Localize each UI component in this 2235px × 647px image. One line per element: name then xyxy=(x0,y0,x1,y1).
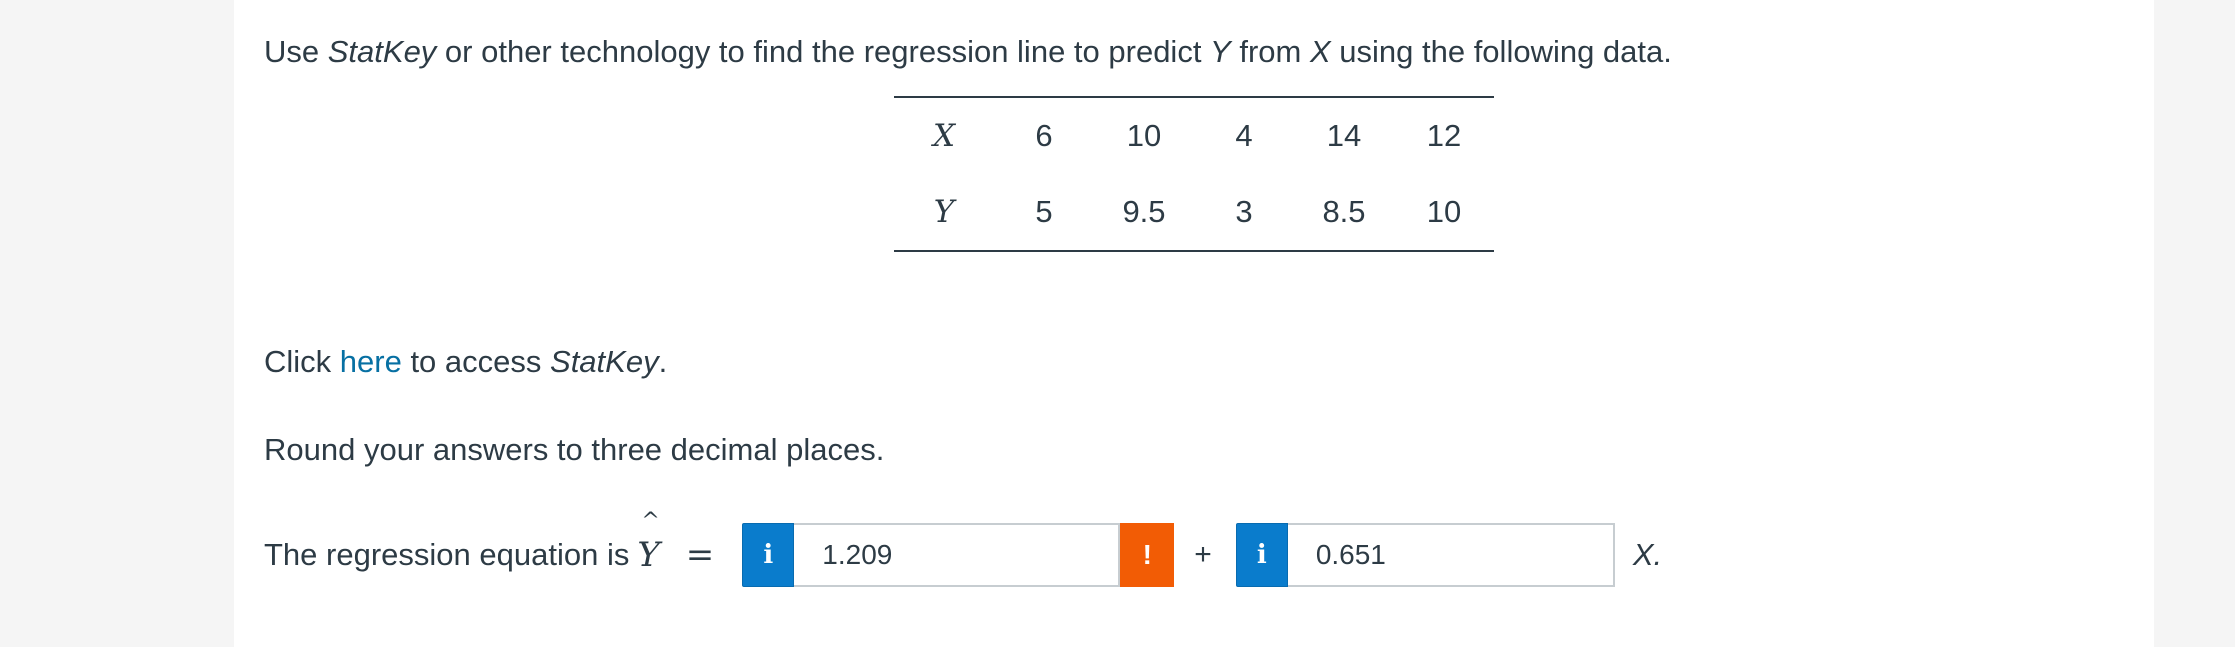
click-middle: to access xyxy=(401,344,551,379)
data-table: X 6 10 4 14 12 Y 5 9.5 3 8.5 10 xyxy=(894,96,1494,252)
warning-icon[interactable]: ! xyxy=(1120,523,1175,587)
y-cell: 5 xyxy=(1035,194,1053,229)
intercept-input[interactable] xyxy=(794,523,1121,587)
slope-input[interactable] xyxy=(1287,523,1615,587)
statkey-name: StatKey xyxy=(550,344,659,379)
intro-text: Use xyxy=(264,34,328,69)
statkey-access-line: Click here to access StatKey. xyxy=(264,342,667,382)
equation-label: The regression equation is xyxy=(264,537,630,572)
hat-accent: ^ xyxy=(641,509,660,534)
x-header: X xyxy=(932,118,956,154)
intro-text: or other technology to find the regressi… xyxy=(436,34,1211,69)
x-suffix: X. xyxy=(1632,537,1663,572)
question-text: Use StatKey or other technology to find … xyxy=(264,32,1672,72)
equals-sign: = xyxy=(685,535,715,575)
y-header: Y xyxy=(933,194,955,230)
x-cell: 14 xyxy=(1326,118,1362,153)
click-suffix: . xyxy=(658,344,668,379)
y-cell: 10 xyxy=(1426,194,1462,229)
table-row-y: Y 5 9.5 3 8.5 10 xyxy=(894,174,1494,251)
x-variable: X xyxy=(1309,34,1331,69)
click-prefix: Click xyxy=(264,344,340,379)
question-panel: Use StatKey or other technology to find … xyxy=(234,0,2154,647)
round-instruction: Round your answers to three decimal plac… xyxy=(264,432,885,467)
table-row-x: X 6 10 4 14 12 xyxy=(894,97,1494,174)
y-hat-symbol: ^ Y xyxy=(637,509,660,575)
info-icon[interactable]: i xyxy=(1235,523,1288,587)
intro-text: using the following data. xyxy=(1330,34,1672,69)
regression-equation-row: The regression equation is ^Y = i ! + i … xyxy=(264,509,1663,588)
x-cell: 6 xyxy=(1035,118,1053,153)
statkey-name: StatKey xyxy=(327,34,437,69)
x-cell: 10 xyxy=(1126,118,1162,153)
info-icon[interactable]: i xyxy=(742,523,795,587)
y-cell: 8.5 xyxy=(1322,194,1366,229)
statkey-link[interactable]: here xyxy=(340,344,402,379)
y-variable: Y xyxy=(1210,34,1231,69)
intro-text: from xyxy=(1230,34,1310,69)
x-cell: 4 xyxy=(1235,118,1253,153)
y-hat-letter: Y xyxy=(637,535,660,575)
plus-sign: + xyxy=(1194,538,1212,571)
x-cell: 12 xyxy=(1426,118,1462,153)
y-cell: 3 xyxy=(1235,194,1253,229)
y-cell: 9.5 xyxy=(1122,194,1166,229)
